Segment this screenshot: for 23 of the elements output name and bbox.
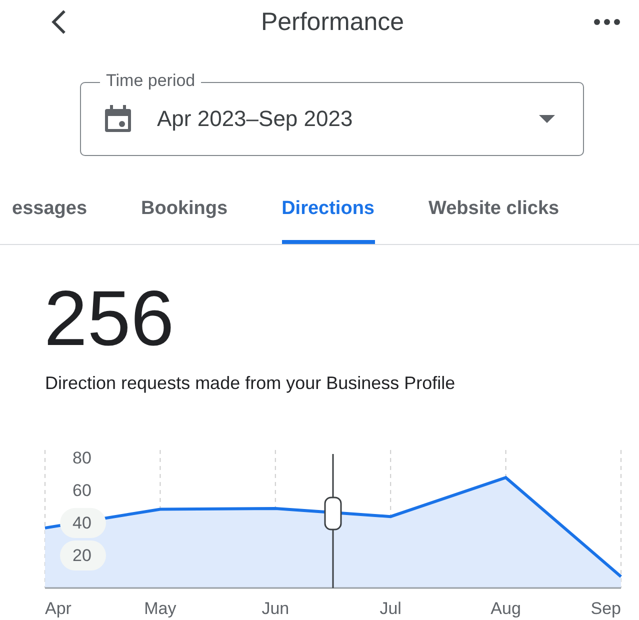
tab[interactable]: Website clicks bbox=[428, 186, 560, 244]
field-value: Apr 2023–Sep 2023 bbox=[157, 106, 354, 132]
more-icon[interactable] bbox=[593, 18, 621, 26]
x-tick-label: May bbox=[144, 599, 176, 618]
tab[interactable]: Bookings bbox=[141, 186, 228, 244]
description: Direction requests made from your Business Profile bbox=[45, 373, 456, 394]
calendar-icon bbox=[103, 104, 133, 134]
tab[interactable]: Directions bbox=[282, 186, 374, 244]
page-title: Performance bbox=[260, 8, 404, 36]
tab[interactable]: essages bbox=[12, 186, 88, 244]
total-count: 256 bbox=[44, 279, 176, 357]
y-tick-label: 80 bbox=[72, 448, 92, 468]
dropdown-icon bbox=[539, 115, 555, 123]
x-tick-label: Sep bbox=[590, 599, 621, 618]
x-tick-label: Aug bbox=[490, 599, 521, 618]
x-tick-label: Jul bbox=[380, 599, 402, 618]
slider-handle[interactable] bbox=[324, 454, 342, 588]
y-tick-label: 40 bbox=[72, 514, 92, 533]
x-tick-label: Jun bbox=[262, 599, 290, 618]
field-label: Time period bbox=[100, 71, 202, 91]
y-tick-label: 20 bbox=[72, 546, 92, 566]
y-tick-label: 60 bbox=[72, 481, 92, 500]
x-tick-label: Apr bbox=[45, 599, 72, 618]
